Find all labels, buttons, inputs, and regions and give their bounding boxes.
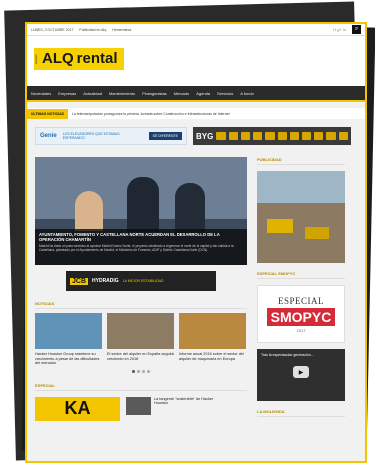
video-player[interactable]: Tras la espectacular generación... ▶	[257, 349, 345, 401]
topbar-link-advertising[interactable]: Publicidad en Alq	[79, 28, 106, 32]
especial-logo[interactable]: KA	[35, 396, 120, 421]
left-column: AYUNTAMIENTO, FOMENTO Y CASTELLANA NORTE…	[35, 157, 247, 421]
sidebar-ad-image[interactable]	[257, 171, 345, 263]
banner-row: Genie LOS ELEVADORES QUE ESTABAS ESPERAN…	[27, 119, 365, 145]
smopyc-name: SMOPYC	[266, 307, 336, 326]
right-sidebar: PUBLICIDAD ESPECIAL SMOPYC ESPECIAL SMOP…	[257, 157, 345, 421]
machine-icon	[265, 132, 275, 140]
screenshot-stage: LUNES, 2 OCTUBRE 2017 Publicidad en Alq …	[0, 0, 375, 463]
main-nav: Novedades Empresas Actualidad Mantenimie…	[27, 86, 365, 102]
nav-item-servicios[interactable]: Servicios	[217, 91, 233, 96]
news-thumbnail[interactable]	[179, 313, 246, 349]
especial-thumbnail[interactable]	[126, 396, 151, 415]
machine-icon	[338, 132, 348, 140]
especial-item-title[interactable]: La tangente "sostenible" de Hacker Houst…	[154, 397, 214, 421]
nav-item-empresas[interactable]: Empresas	[58, 91, 76, 96]
machine-icon	[228, 132, 238, 140]
hero-headline[interactable]: AYUNTAMIENTO, FOMENTO Y CASTELLANA NORTE…	[39, 232, 243, 242]
news-card[interactable]: El sector del alquiler en España seguirá…	[107, 313, 174, 366]
social-icons[interactable]: f t g+ in	[333, 27, 346, 32]
logo-text-b: rental	[76, 48, 124, 70]
video-title: Tras la espectacular generación...	[261, 353, 314, 357]
news-title[interactable]: Informe anual 2016 sobre el sector del a…	[179, 352, 246, 361]
ticker-label: ÚLTIMAS NOTICIAS	[27, 108, 68, 119]
nav-item-protagonistas[interactable]: Protagonistas	[142, 91, 166, 96]
carousel-dots	[35, 369, 247, 373]
top-bar: LUNES, 2 OCTUBRE 2017 Publicidad en Alq …	[27, 24, 365, 36]
excavator-shape	[305, 227, 329, 239]
topbar-link-archive[interactable]: Hemeroteca	[112, 28, 131, 32]
machine-icon	[216, 132, 226, 140]
excavator-shape	[267, 219, 293, 233]
carousel-dot[interactable]	[132, 369, 135, 373]
genie-banner[interactable]: Genie LOS ELEVADORES QUE ESTABAS ESPERAN…	[35, 127, 187, 145]
news-card[interactable]: Hacker Houston Group mantiene su crecimi…	[35, 313, 102, 366]
machine-icon	[240, 132, 251, 140]
nav-item-novedades[interactable]: Novedades	[31, 91, 51, 96]
machine-icon	[314, 132, 324, 140]
especial-row: KA La tangente "sostenible" de Hacker Ho…	[35, 396, 247, 421]
news-title[interactable]: Hacker Houston Group mantiene su crecimi…	[35, 352, 102, 366]
site-logo[interactable]: alquiler ALQ rental	[34, 48, 124, 70]
current-date: LUNES, 2 OCTUBRE 2017	[31, 27, 74, 32]
nav-item-agenda[interactable]: Agenda	[196, 91, 210, 96]
ticker-headline[interactable]: La telemanipulación protagoniza la prime…	[68, 112, 230, 116]
hero-person	[75, 191, 103, 231]
news-thumbnail[interactable]	[35, 313, 102, 349]
machine-icon	[277, 132, 287, 140]
smopyc-banner[interactable]: ESPECIAL SMOPYC 2017	[257, 285, 345, 343]
news-ticker: ÚLTIMAS NOTICIAS La telemanipulación pro…	[27, 108, 365, 119]
carousel-dot[interactable]	[147, 369, 150, 373]
hero-summary: Madrid ha dado un paso decisivo al aprob…	[39, 244, 234, 252]
nav-item-mercado[interactable]: Mercado	[174, 91, 190, 96]
news-card[interactable]: Informe anual 2016 sobre el sector del a…	[179, 313, 246, 366]
main-content: AYUNTAMIENTO, FOMENTO Y CASTELLANA NORTE…	[27, 145, 365, 421]
nav-item-a-fondo[interactable]: A fondo	[240, 91, 254, 96]
machine-icon	[253, 132, 263, 140]
genie-button[interactable]: SÉ DIFERENTE	[148, 132, 182, 140]
sidebar-title-especial: ESPECIAL SMOPYC	[257, 271, 345, 279]
brand-header: alquiler ALQ rental	[27, 36, 365, 86]
section-title-noticias: NOTICIAS	[35, 301, 247, 309]
carousel-dot[interactable]	[142, 369, 145, 373]
jcb-product: HYDRADIG	[92, 278, 119, 284]
machine-icon	[301, 132, 312, 140]
jcb-slogan: LA MEJOR ESTABILIDAD	[122, 279, 164, 283]
hero-caption: AYUNTAMIENTO, FOMENTO Y CASTELLANA NORTE…	[35, 229, 247, 265]
especial-item[interactable]: La tangente "sostenible" de Hacker Houst…	[126, 396, 214, 421]
news-thumbnail[interactable]	[107, 313, 174, 349]
smopyc-especial-text: ESPECIAL	[277, 295, 324, 306]
carousel-dot[interactable]	[137, 369, 140, 373]
nav-item-actualidad[interactable]: Actualidad	[83, 91, 102, 96]
play-icon[interactable]: ▶	[293, 366, 309, 378]
hero-person	[127, 177, 159, 232]
genie-text: LOS ELEVADORES QUE ESTABAS ESPERANDO	[62, 132, 120, 140]
sidebar-title-publicidad: PUBLICIDAD	[257, 157, 345, 165]
nav-item-mantenimiento[interactable]: Mantenimiento	[109, 91, 135, 96]
genie-logo: Genie	[40, 133, 57, 139]
machine-icon	[289, 132, 299, 140]
hero-article[interactable]: AYUNTAMIENTO, FOMENTO Y CASTELLANA NORTE…	[35, 157, 247, 265]
news-title[interactable]: El sector del alquiler en España seguirá…	[107, 352, 174, 361]
byg-banner[interactable]: BYG	[193, 127, 351, 145]
smopyc-year: 2017	[296, 327, 306, 333]
logo-text-a: ALQ	[39, 48, 77, 70]
website-page: LUNES, 2 OCTUBRE 2017 Publicidad en Alq …	[25, 22, 367, 463]
byg-logo: BYG	[196, 131, 214, 141]
machine-icon	[326, 132, 336, 140]
news-carousel: Hacker Houston Group mantiene su crecimi…	[35, 313, 247, 366]
hero-person	[175, 183, 205, 233]
search-icon[interactable]: ⌕	[352, 25, 361, 34]
section-title-especial: ESPECIAL	[35, 383, 247, 391]
sidebar-title-bottom: LA MOLIENDA	[257, 409, 345, 417]
logo-tag: alquiler	[34, 48, 39, 70]
jcb-banner[interactable]: JCB HYDRADIG LA MEJOR ESTABILIDAD	[66, 271, 216, 291]
jcb-logo: JCB	[70, 277, 89, 285]
